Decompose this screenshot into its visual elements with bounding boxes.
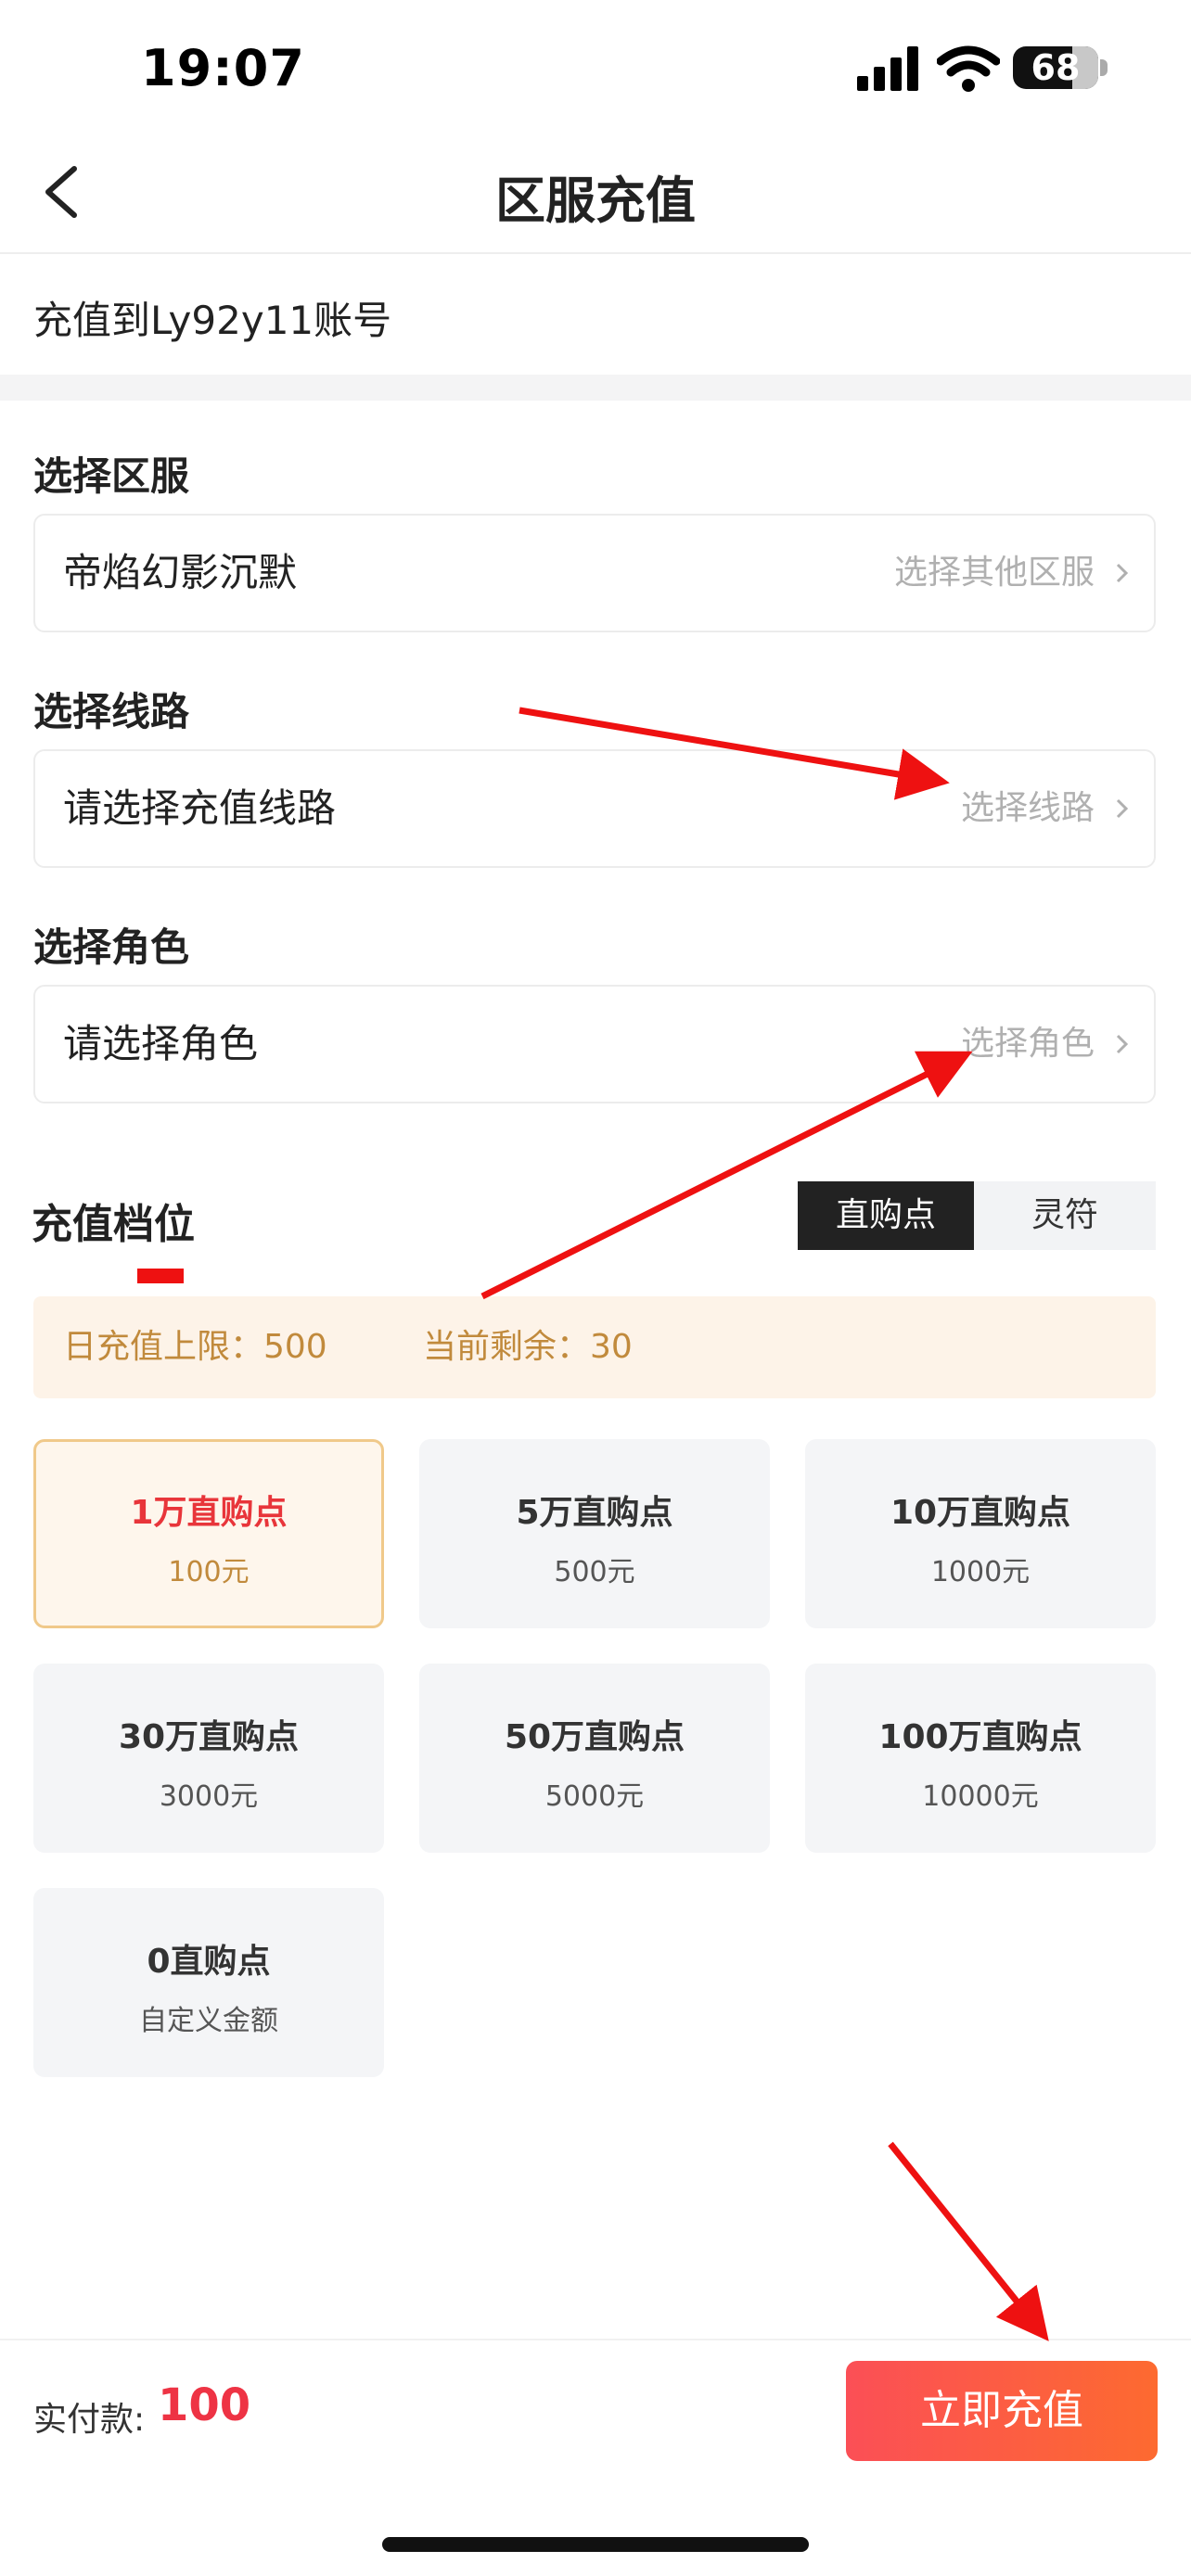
footer-divider bbox=[0, 2339, 1191, 2340]
tier-option-custom[interactable]: 0直购点 自定义金额 bbox=[33, 1888, 384, 2077]
wifi-icon bbox=[937, 45, 1000, 92]
route-value: 请选择充值线路 bbox=[63, 785, 337, 831]
arrow-to-button bbox=[888, 2141, 1049, 2341]
server-section-label: 选择区服 bbox=[33, 453, 190, 499]
tier-option-price: 5000元 bbox=[544, 1780, 645, 1813]
tier-option-name: 100万直购点 bbox=[878, 1718, 1082, 1756]
route-section-label: 选择线路 bbox=[33, 689, 190, 734]
tier-option-name: 50万直购点 bbox=[504, 1718, 685, 1756]
pay-label: 实付款: bbox=[33, 2401, 146, 2439]
tab-direct-points[interactable]: 直购点 bbox=[798, 1181, 974, 1250]
tier-option-2[interactable]: 5万直购点 500元 bbox=[419, 1439, 770, 1628]
route-selector[interactable]: 请选择充值线路 选择线路 bbox=[33, 749, 1156, 868]
tier-option-name: 10万直购点 bbox=[890, 1494, 1071, 1532]
tier-option-price: 500元 bbox=[554, 1556, 635, 1588]
tier-option-price: 10000元 bbox=[922, 1780, 1039, 1813]
tier-option-name: 0直购点 bbox=[147, 1943, 271, 1981]
choose-route-link[interactable]: 选择线路 bbox=[961, 751, 1095, 866]
tab-lingfu[interactable]: 灵符 bbox=[974, 1181, 1156, 1250]
status-time: 19:07 bbox=[141, 39, 305, 97]
page-title: 区服充值 bbox=[495, 172, 696, 230]
tier-section-title: 充值档位 bbox=[32, 1201, 195, 1248]
tier-option-price: 3000元 bbox=[159, 1780, 259, 1813]
role-section-label: 选择角色 bbox=[33, 925, 190, 970]
role-value: 请选择角色 bbox=[63, 1021, 259, 1066]
nav-divider bbox=[0, 252, 1191, 254]
tier-option-name: 1万直购点 bbox=[130, 1494, 288, 1532]
tier-option-5[interactable]: 50万直购点 5000元 bbox=[419, 1664, 770, 1853]
home-indicator bbox=[382, 2537, 809, 2552]
chevron-right-icon bbox=[1116, 1034, 1129, 1054]
server-selector[interactable]: 帝焰幻影沉默 选择其他区服 bbox=[33, 514, 1156, 632]
remaining-text: 当前剩余：30 bbox=[423, 1328, 633, 1366]
tier-option-price: 100元 bbox=[168, 1556, 250, 1588]
tier-option-price: 自定义金额 bbox=[139, 2005, 278, 2037]
choose-other-server-link[interactable]: 选择其他区服 bbox=[894, 516, 1095, 631]
role-selector[interactable]: 请选择角色 选择角色 bbox=[33, 985, 1156, 1103]
annotation-mark bbox=[137, 1269, 184, 1283]
chevron-right-icon bbox=[1116, 798, 1129, 819]
battery-tip bbox=[1100, 59, 1108, 76]
tier-option-name: 30万直购点 bbox=[118, 1718, 300, 1756]
tier-option-name: 5万直购点 bbox=[516, 1494, 673, 1532]
tier-option-4[interactable]: 30万直购点 3000元 bbox=[33, 1664, 384, 1853]
tier-option-6[interactable]: 100万直购点 10000元 bbox=[805, 1664, 1156, 1853]
battery-level: 68 bbox=[1031, 47, 1081, 88]
tier-option-1[interactable]: 1万直购点 100元 bbox=[33, 1439, 384, 1628]
cellular-signal-icon bbox=[857, 46, 918, 91]
recharge-limit-banner: 日充值上限：500 当前剩余：30 bbox=[33, 1296, 1156, 1398]
chevron-right-icon bbox=[1116, 563, 1129, 583]
tier-option-3[interactable]: 10万直购点 1000元 bbox=[805, 1439, 1156, 1628]
section-separator bbox=[0, 375, 1191, 401]
recharge-now-button[interactable]: 立即充值 bbox=[846, 2361, 1158, 2461]
server-value: 帝焰幻影沉默 bbox=[63, 550, 298, 595]
tier-option-price: 1000元 bbox=[930, 1556, 1031, 1588]
choose-role-link[interactable]: 选择角色 bbox=[961, 987, 1095, 1102]
battery-icon: 68 bbox=[1013, 46, 1098, 89]
account-target-text: 充值到Ly92y11账号 bbox=[33, 298, 392, 343]
daily-limit-text: 日充值上限：500 bbox=[63, 1328, 327, 1366]
pay-amount: 100 bbox=[158, 2379, 251, 2431]
